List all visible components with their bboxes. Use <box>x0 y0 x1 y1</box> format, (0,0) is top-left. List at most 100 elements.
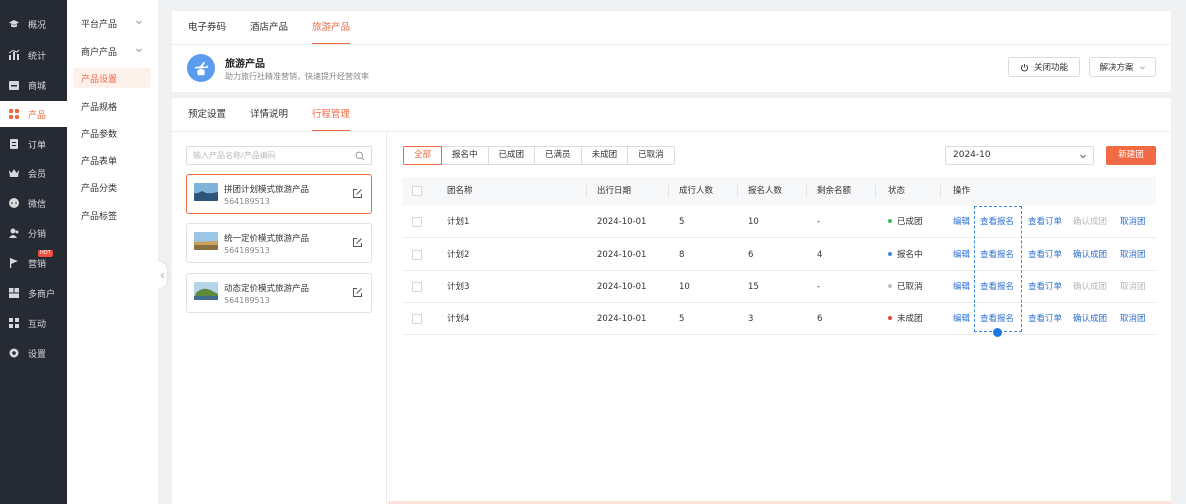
filter-not-formed[interactable]: 未成团 <box>580 146 629 165</box>
nav-label: 概况 <box>28 20 47 31</box>
subnav-item-product-category[interactable]: 产品分类 <box>73 177 151 197</box>
subnav-label: 平台产品 <box>81 19 118 30</box>
confirm-group-link: 确认成团 <box>1073 282 1108 292</box>
hot-badge: HOT <box>38 250 53 257</box>
nav-item-settings[interactable]: 设置 <box>0 340 67 366</box>
select-all-checkbox[interactable] <box>412 186 422 196</box>
table-row: 计划4 2024-10-01 5 3 6 未成团 编辑 查看报名 查看订单 确认… <box>402 303 1156 335</box>
tab-booking-settings[interactable]: 预定设置 <box>188 98 226 131</box>
edit-link[interactable]: 编辑 <box>953 271 970 303</box>
edit-icon[interactable] <box>352 188 363 199</box>
itinerary-management-card: 预定设置 详情说明 行程管理 输入产品名称/产品编码 拼团计划模式旅游产品 56… <box>172 98 1171 504</box>
status-dot <box>888 251 892 256</box>
nav-label: 微信 <box>28 199 47 210</box>
filter-signing-up[interactable]: 报名中 <box>441 146 489 165</box>
edit-link[interactable]: 编辑 <box>953 239 970 271</box>
confirm-group-link[interactable]: 确认成团 <box>1073 239 1107 271</box>
product-name: 动态定价模式旅游产品 <box>224 284 310 294</box>
filter-formed[interactable]: 已成团 <box>487 146 536 165</box>
cell-remaining: 4 <box>817 250 823 260</box>
nav-item-overview[interactable]: 概况 <box>0 11 67 37</box>
collapse-sidebar-button[interactable] <box>158 262 167 288</box>
grid-icon <box>8 108 20 120</box>
row-checkbox[interactable] <box>412 282 422 292</box>
nav-item-order[interactable]: 订单 <box>0 131 67 157</box>
cell-date: 2024-10-01 <box>597 217 647 227</box>
tab-hotel[interactable]: 酒店产品 <box>250 11 288 44</box>
nav-item-wechat[interactable]: 微信 <box>0 190 67 216</box>
table-row: 计划1 2024-10-01 5 10 - 已成团 编辑 查看报名 查看订单 确… <box>402 206 1156 238</box>
row-checkbox[interactable] <box>412 314 422 324</box>
cancel-group-link[interactable]: 取消团 <box>1120 303 1146 335</box>
tab-e-voucher[interactable]: 电子券码 <box>188 11 226 44</box>
nav-item-member[interactable]: 会员 <box>0 160 67 186</box>
cell-min-people: 8 <box>679 250 685 260</box>
view-orders-link[interactable]: 查看订单 <box>1028 303 1062 335</box>
cell-remaining: - <box>817 217 821 227</box>
edit-link[interactable]: 编辑 <box>953 303 970 335</box>
edit-icon[interactable] <box>352 237 363 248</box>
nav-item-mall[interactable]: 商城 <box>0 72 67 98</box>
nav-item-product[interactable]: 产品 <box>0 101 67 127</box>
filter-cancelled[interactable]: 已取消 <box>627 146 675 165</box>
cancel-group-link[interactable]: 取消团 <box>1120 239 1146 271</box>
product-id: 564189513 <box>224 246 270 255</box>
status-text: 报名中 <box>897 250 923 260</box>
col-actions: 操作 <box>953 186 971 196</box>
product-search-input[interactable]: 输入产品名称/产品编码 <box>186 146 372 165</box>
order-icon <box>8 138 20 150</box>
cell-status: 未成团 <box>888 303 923 335</box>
close-feature-button[interactable]: 关闭功能 <box>1008 57 1080 77</box>
new-group-button[interactable]: 新建团 <box>1106 146 1156 165</box>
filter-all[interactable]: 全部 <box>403 146 443 165</box>
col-signed-up: 报名人数 <box>748 186 783 196</box>
subnav-item-product-tags[interactable]: 产品标签 <box>73 205 151 225</box>
subnav-item-merchant-products[interactable]: 商户产品 <box>73 41 151 61</box>
solution-dropdown[interactable]: 解决方案 <box>1089 57 1156 77</box>
product-card[interactable]: 统一定价模式旅游产品 564189513 <box>186 223 372 263</box>
tab-itinerary-management[interactable]: 行程管理 <box>312 98 351 132</box>
chevron-down-icon <box>136 20 142 25</box>
tab-travel[interactable]: 旅游产品 <box>312 11 351 45</box>
subnav-item-platform-products[interactable]: 平台产品 <box>73 13 151 33</box>
cancel-group-link[interactable]: 取消团 <box>1120 206 1146 238</box>
view-orders-link[interactable]: 查看订单 <box>1028 206 1062 238</box>
cell-group-name: 计划3 <box>447 282 470 292</box>
selection-handle[interactable] <box>993 328 1002 337</box>
row-checkbox[interactable] <box>412 217 422 227</box>
chevron-down-icon <box>1080 154 1086 159</box>
view-orders-link[interactable]: 查看订单 <box>1028 271 1062 303</box>
nav-item-distribution[interactable]: 分销 <box>0 220 67 246</box>
row-checkbox[interactable] <box>412 250 422 260</box>
chevron-down-icon <box>136 48 142 53</box>
cell-min-people: 5 <box>679 217 685 227</box>
subnav-label: 产品分类 <box>81 183 118 194</box>
edit-link[interactable]: 编辑 <box>953 206 970 238</box>
tab-details[interactable]: 详情说明 <box>250 98 288 131</box>
filter-full[interactable]: 已满员 <box>534 146 582 165</box>
nav-item-stats[interactable]: 统计 <box>0 42 67 68</box>
product-card[interactable]: 动态定价模式旅游产品 564189513 <box>186 273 372 313</box>
bar-chart-icon <box>8 49 20 61</box>
cell-signed-up: 3 <box>748 314 754 324</box>
nav-label: 统计 <box>28 51 47 62</box>
subnav-item-product-settings[interactable]: 产品设置 <box>73 68 151 88</box>
confirm-group-link[interactable]: 确认成团 <box>1073 303 1107 335</box>
view-orders-link[interactable]: 查看订单 <box>1028 239 1062 271</box>
nav-label: 订单 <box>28 140 47 151</box>
nav-item-multi-merchant[interactable]: 多商户 <box>0 280 67 306</box>
cell-date: 2024-10-01 <box>597 282 647 292</box>
subnav-item-product-specs[interactable]: 产品规格 <box>73 96 151 116</box>
edit-icon[interactable] <box>352 287 363 298</box>
nav-item-interaction[interactable]: 互动 <box>0 310 67 336</box>
subnav-item-product-params[interactable]: 产品参数 <box>73 123 151 143</box>
subnav-label: 产品表单 <box>81 156 118 167</box>
power-icon <box>1020 63 1029 71</box>
col-remaining: 剩余名额 <box>817 186 852 196</box>
product-card[interactable]: 拼团计划模式旅游产品 564189513 <box>186 174 372 214</box>
cell-signed-up: 10 <box>748 217 759 227</box>
month-select[interactable]: 2024-10 <box>945 146 1094 165</box>
subnav-label: 产品标签 <box>81 211 118 222</box>
subnav-item-product-forms[interactable]: 产品表单 <box>73 150 151 170</box>
nav-item-marketing[interactable]: 营销 HOT <box>0 250 67 276</box>
